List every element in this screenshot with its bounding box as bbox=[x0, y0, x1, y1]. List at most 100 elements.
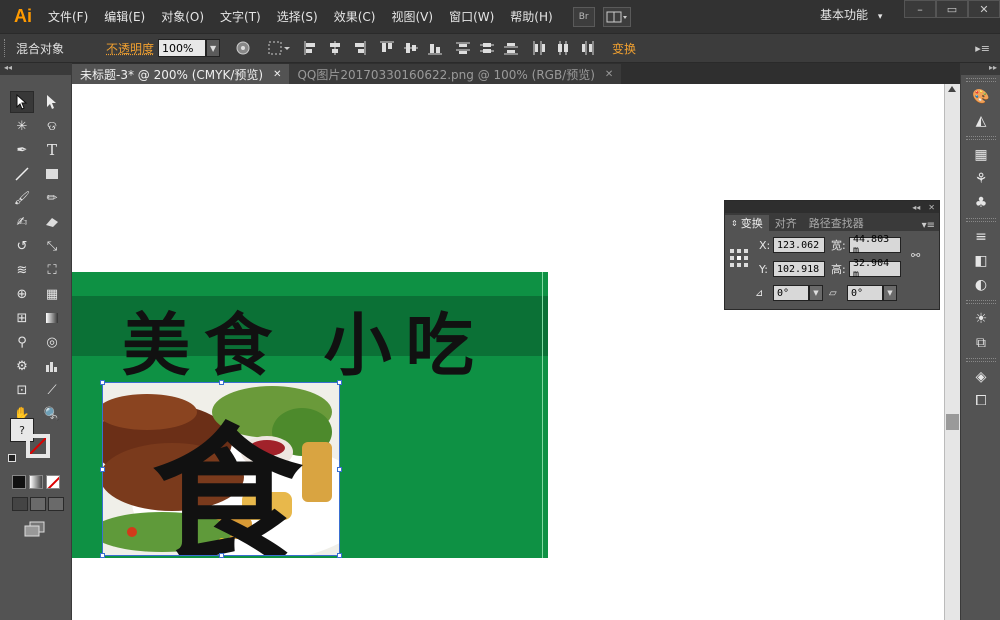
screen-mode-icon[interactable] bbox=[24, 521, 46, 537]
layers-panel-icon[interactable]: ◈ bbox=[961, 365, 1000, 389]
distribute-right-icon[interactable] bbox=[578, 39, 596, 57]
scale-tool-icon[interactable]: ⤡ bbox=[40, 235, 64, 257]
draw-behind-button[interactable] bbox=[30, 497, 46, 511]
tab-transform[interactable]: ⇕ 变换 bbox=[725, 215, 769, 231]
vertical-scrollbar[interactable] bbox=[944, 84, 960, 620]
draw-normal-button[interactable] bbox=[12, 497, 28, 511]
close-panel-icon[interactable]: ✕ bbox=[928, 203, 935, 212]
slice-tool-icon[interactable]: ⟋ bbox=[40, 379, 64, 401]
type-tool-icon[interactable]: T bbox=[40, 139, 64, 161]
appearance-panel-icon[interactable]: ☀ bbox=[961, 307, 1000, 331]
tab-untitled-3[interactable]: 未标题-3* @ 200% (CMYK/预览) ✕ bbox=[72, 64, 290, 84]
color-panel-icon[interactable]: 🎨 bbox=[961, 85, 1000, 109]
menu-effect[interactable]: 效果(C) bbox=[326, 6, 384, 28]
menu-file[interactable]: 文件(F) bbox=[40, 6, 96, 28]
rotate-dropdown-button[interactable]: ▼ bbox=[809, 285, 823, 301]
close-window-button[interactable]: ✕ bbox=[968, 0, 1000, 18]
swatches-icon[interactable]: ▦ bbox=[961, 143, 1000, 167]
column-graph-tool-icon[interactable] bbox=[40, 355, 64, 377]
tab-qq-image[interactable]: QQ图片20170330160622.png @ 100% (RGB/预览) ✕ bbox=[289, 64, 622, 84]
rotate-input[interactable]: 0° bbox=[773, 285, 809, 301]
eraser-tool-icon[interactable] bbox=[40, 211, 64, 233]
close-icon[interactable]: ✕ bbox=[605, 69, 613, 80]
align-vcenter-icon[interactable] bbox=[402, 39, 420, 57]
artboard-tool-icon[interactable]: ⊡ bbox=[10, 379, 34, 401]
align-right-icon[interactable] bbox=[350, 39, 368, 57]
resize-handle[interactable] bbox=[337, 467, 342, 472]
resize-handle[interactable] bbox=[337, 380, 342, 385]
distribute-top-icon[interactable] bbox=[454, 39, 472, 57]
tools-panel-header[interactable]: ◂◂ bbox=[0, 63, 72, 75]
scroll-thumb[interactable] bbox=[946, 414, 959, 430]
color-guide-icon[interactable]: ◭ bbox=[961, 109, 1000, 133]
align-top-icon[interactable] bbox=[378, 39, 396, 57]
panel-menu-icon[interactable]: ▾≡ bbox=[922, 220, 939, 231]
maximize-button[interactable]: ▭ bbox=[936, 0, 968, 18]
perspective-grid-tool-icon[interactable]: ▦ bbox=[40, 283, 64, 305]
direct-selection-tool-icon[interactable] bbox=[40, 91, 64, 113]
minimize-button[interactable]: – bbox=[904, 0, 936, 18]
menu-window[interactable]: 窗口(W) bbox=[441, 6, 502, 28]
reference-point-icon[interactable] bbox=[266, 39, 292, 57]
panel-titlebar[interactable]: ◂◂ ✕ bbox=[725, 201, 939, 213]
blob-brush-tool-icon[interactable]: ✍ bbox=[10, 211, 34, 233]
collapse-panel-icon[interactable]: ◂◂ bbox=[912, 203, 920, 212]
width-input[interactable]: 44.803 m bbox=[849, 234, 901, 256]
opacity-dropdown-button[interactable]: ▼ bbox=[206, 39, 221, 57]
menu-object[interactable]: 对象(O) bbox=[153, 6, 212, 28]
default-colors-icon[interactable] bbox=[8, 454, 16, 462]
opacity-input[interactable]: 100% bbox=[158, 39, 207, 57]
resize-handle[interactable] bbox=[100, 553, 105, 558]
pencil-tool-icon[interactable]: ✏ bbox=[40, 187, 64, 209]
shear-dropdown-button[interactable]: ▼ bbox=[883, 285, 897, 301]
transparency-panel-icon[interactable]: ◐ bbox=[961, 273, 1000, 297]
paintbrush-tool-icon[interactable]: 🖌 bbox=[10, 187, 34, 209]
arrange-documents-button[interactable] bbox=[602, 6, 631, 27]
recolor-artwork-icon[interactable] bbox=[234, 39, 252, 57]
scroll-up-arrow[interactable] bbox=[948, 86, 956, 92]
symbols-icon[interactable]: ♣ bbox=[961, 191, 1000, 215]
free-transform-tool-icon[interactable]: ⛶ bbox=[40, 259, 64, 281]
transform-link[interactable]: 变换 bbox=[612, 40, 636, 57]
artboard-canvas[interactable]: 美食 小吃 食 bbox=[72, 84, 944, 620]
distribute-bottom-icon[interactable] bbox=[502, 39, 520, 57]
resize-handle[interactable] bbox=[337, 553, 342, 558]
reference-point-locator[interactable] bbox=[730, 249, 748, 270]
menu-view[interactable]: 视图(V) bbox=[383, 6, 441, 28]
align-left-icon[interactable] bbox=[302, 39, 320, 57]
x-input[interactable]: 123.062 bbox=[773, 237, 825, 253]
selection-bounding-box[interactable] bbox=[100, 380, 342, 558]
align-hcenter-icon[interactable] bbox=[326, 39, 344, 57]
workspace-switcher[interactable]: 基本功能 ▾ bbox=[820, 6, 882, 23]
constrain-proportions-icon[interactable]: ⚯ bbox=[911, 249, 920, 262]
gradient-panel-icon[interactable]: ◧ bbox=[961, 249, 1000, 273]
eyedropper-tool-icon[interactable]: ⚲ bbox=[10, 331, 34, 353]
align-bottom-icon[interactable] bbox=[426, 39, 444, 57]
resize-handle[interactable] bbox=[219, 553, 224, 558]
shape-builder-tool-icon[interactable]: ⊕ bbox=[10, 283, 34, 305]
brushes-icon[interactable]: ⚘ bbox=[961, 167, 1000, 191]
magic-wand-tool-icon[interactable]: ✳ bbox=[10, 115, 34, 137]
pen-tool-icon[interactable]: ✒ bbox=[10, 139, 34, 161]
line-tool-icon[interactable] bbox=[10, 163, 34, 185]
draw-inside-button[interactable] bbox=[48, 497, 64, 511]
distribute-hcenter-icon[interactable] bbox=[554, 39, 572, 57]
dock-header[interactable]: ▸▸ bbox=[961, 63, 1000, 75]
menu-edit[interactable]: 编辑(E) bbox=[96, 6, 153, 28]
opacity-link[interactable]: 不透明度 bbox=[106, 40, 154, 57]
shear-input[interactable]: 0° bbox=[847, 285, 883, 301]
y-input[interactable]: 102.918 bbox=[773, 261, 825, 277]
gradient-tool-icon[interactable] bbox=[40, 307, 64, 329]
selection-tool-icon[interactable] bbox=[10, 91, 34, 113]
color-button[interactable] bbox=[12, 475, 26, 489]
resize-handle[interactable] bbox=[219, 380, 224, 385]
artboards-panel-icon[interactable]: ⧠ bbox=[961, 389, 1000, 413]
rotate-tool-icon[interactable]: ↺ bbox=[10, 235, 34, 257]
tab-pathfinder[interactable]: 路径查找器 bbox=[803, 215, 870, 231]
bridge-button[interactable]: Br bbox=[572, 6, 595, 27]
blend-tool-icon[interactable]: ◎ bbox=[40, 331, 64, 353]
none-button[interactable] bbox=[46, 475, 60, 489]
panel-menu-icon[interactable]: ▸≡ bbox=[975, 42, 990, 55]
resize-handle[interactable] bbox=[100, 380, 105, 385]
gradient-button[interactable] bbox=[29, 475, 43, 489]
